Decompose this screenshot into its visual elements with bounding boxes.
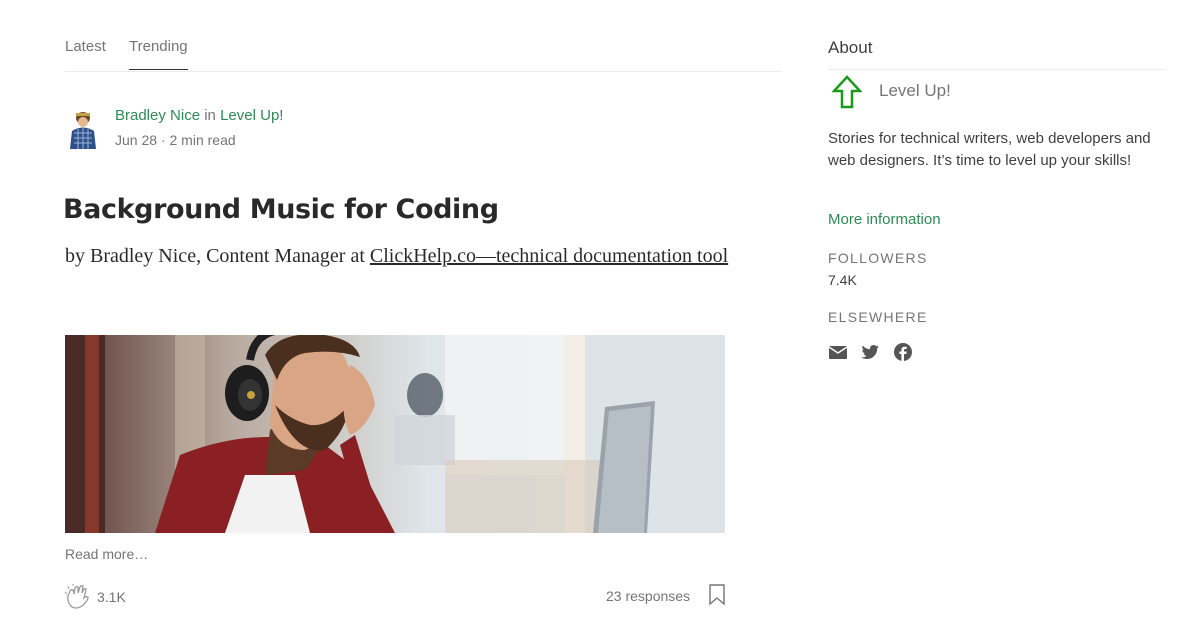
twitter-icon[interactable]: [860, 342, 880, 362]
elsewhere-label: ELSEWHERE: [828, 309, 928, 325]
about-heading: About: [828, 38, 873, 57]
clickhelp-link[interactable]: ClickHelp.co—technical documentation too…: [370, 245, 728, 267]
author-avatar[interactable]: [65, 109, 101, 149]
page: Latest Trending Bradley Nice in Level Up…: [0, 0, 1177, 634]
followers-count[interactable]: 7.4K: [828, 272, 857, 288]
read-time: 2 min read: [169, 132, 236, 148]
clap-section: 3.1K: [64, 584, 144, 610]
publication-name: Level Up!: [879, 81, 951, 100]
publication-link[interactable]: Level Up!: [220, 107, 283, 124]
read-more-link[interactable]: Read more…: [65, 546, 148, 562]
level-up-arrow-icon: [832, 75, 862, 109]
clap-count: 3.1K: [97, 589, 126, 605]
followers-label: FOLLOWERS: [828, 250, 928, 266]
post-date: Jun 28: [115, 132, 158, 148]
more-information-link[interactable]: More information: [828, 211, 941, 228]
author-line: Bradley Nice in Level Up!: [115, 107, 283, 124]
post-author-block: Bradley Nice in Level Up! Jun 28 · 2 min…: [65, 105, 465, 155]
post-subtitle: by Bradley Nice, Content Manager at Clic…: [65, 241, 735, 272]
tab-trending[interactable]: Trending: [129, 38, 188, 70]
author-name-link[interactable]: Bradley Nice: [115, 107, 200, 124]
mail-icon[interactable]: [828, 342, 848, 362]
about-divider: [828, 69, 1165, 70]
feed-tabs: Latest Trending: [65, 26, 782, 72]
post-hero-image[interactable]: [65, 335, 725, 533]
facebook-icon[interactable]: [893, 342, 913, 362]
clap-icon[interactable]: [64, 584, 92, 610]
in-word: in: [204, 107, 216, 124]
post-meta: Jun 28 · 2 min read: [115, 132, 236, 148]
responses-link[interactable]: 23 responses: [606, 588, 690, 604]
post-title[interactable]: Background Music for Coding: [63, 194, 763, 225]
bookmark-icon[interactable]: [708, 584, 726, 606]
publication-card[interactable]: Level Up!: [832, 75, 1132, 109]
tab-latest[interactable]: Latest: [65, 38, 106, 69]
publication-description: Stories for technical writers, web devel…: [828, 130, 1151, 169]
meta-separator: ·: [160, 132, 166, 148]
subtitle-text: by Bradley Nice, Content Manager at: [65, 245, 370, 267]
